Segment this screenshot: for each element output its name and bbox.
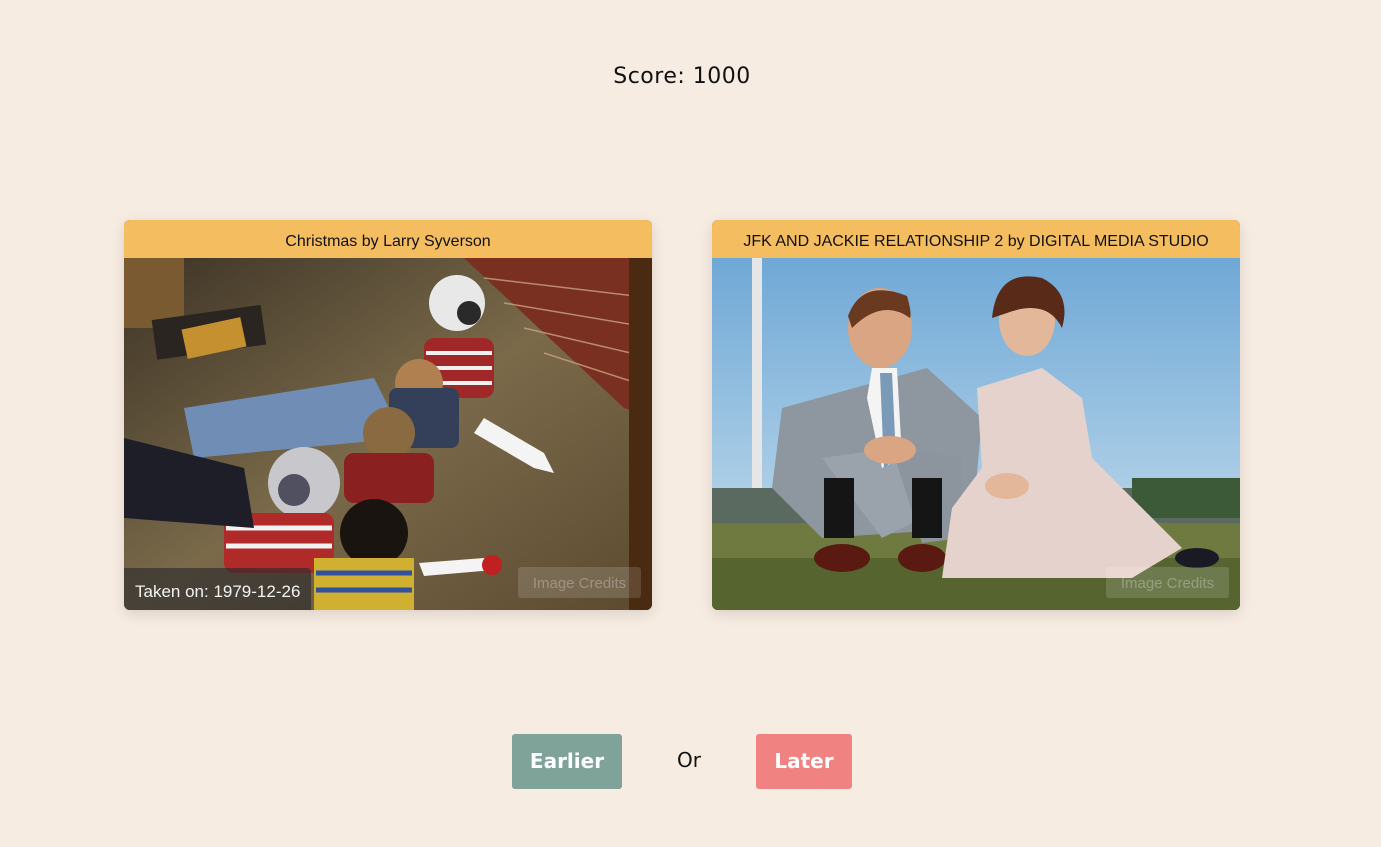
photo-card-right: JFK AND JACKIE RELATIONSHIP 2 by DIGITAL… xyxy=(712,220,1240,610)
later-button[interactable]: Later xyxy=(756,734,852,789)
card-title-right: JFK AND JACKIE RELATIONSHIP 2 by DIGITAL… xyxy=(712,220,1240,258)
image-credits-button-right[interactable]: Image Credits xyxy=(1106,567,1229,598)
taken-on-date: Taken on: 1979-12-26 xyxy=(124,568,312,610)
card-title-left: Christmas by Larry Syverson xyxy=(124,220,652,258)
christmas-photo-image xyxy=(124,258,652,610)
photo-right: Image Credits xyxy=(712,258,1240,610)
photo-card-left: Christmas by Larry Syverson Taken on: 19… xyxy=(124,220,652,610)
photo-left: Taken on: 1979-12-26 Image Credits xyxy=(124,258,652,610)
earlier-button[interactable]: Earlier xyxy=(512,734,622,789)
jfk-jackie-photo-image xyxy=(712,258,1240,610)
image-credits-button-left[interactable]: Image Credits xyxy=(518,567,641,598)
or-label: Or xyxy=(677,748,701,772)
score-display: Score: 1000 xyxy=(613,64,751,89)
